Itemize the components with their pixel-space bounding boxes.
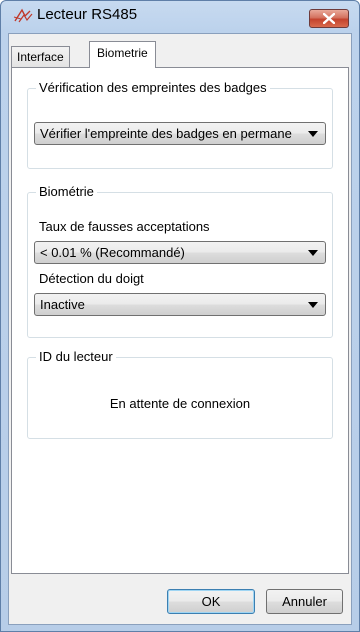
far-value: < 0.01 % (Recommandé) [40,245,185,260]
verification-group: Vérification des empreintes des badges V… [27,80,333,169]
finger-detection-value: Inactive [40,297,85,312]
verification-mode-value: Vérifier l'empreinte des badges en perma… [40,126,292,141]
chevron-down-icon [308,302,318,308]
biometrie-group: Biométrie Taux de fausses acceptations <… [27,184,333,338]
cancel-button[interactable]: Annuler [266,589,343,614]
biometrie-group-title: Biométrie [36,184,97,199]
verification-mode-select[interactable]: Vérifier l'empreinte des badges en perma… [34,122,326,145]
title-bar[interactable]: Lecteur RS485 [1,1,359,31]
far-label: Taux de fausses acceptations [39,219,210,234]
chevron-down-icon [308,131,318,137]
tab-interface[interactable]: Interface [11,46,70,67]
tab-biometrie[interactable]: Biometrie [89,41,156,68]
chevron-down-icon [308,250,318,256]
verification-group-title: Vérification des empreintes des badges [36,80,270,95]
reader-id-group-title: ID du lecteur [36,349,116,364]
window-title: Lecteur RS485 [37,6,138,23]
close-button[interactable] [309,9,349,28]
tab-panel-biometrie: Vérification des empreintes des badges V… [11,67,349,574]
fingerprint-reader-icon [13,7,33,25]
finger-detection-select[interactable]: Inactive [34,293,326,316]
finger-detection-label: Détection du doigt [39,271,144,286]
ok-button[interactable]: OK [167,589,255,614]
close-icon [323,13,335,24]
dialog-client: Interface Biometrie Vérification des emp… [8,33,352,625]
far-select[interactable]: < 0.01 % (Recommandé) [34,241,326,264]
reader-id-group: ID du lecteur En attente de connexion [27,349,333,439]
dialog-window: Lecteur RS485 Interface Biometrie Vérifi… [0,0,360,632]
reader-status-text: En attente de connexion [109,396,251,411]
